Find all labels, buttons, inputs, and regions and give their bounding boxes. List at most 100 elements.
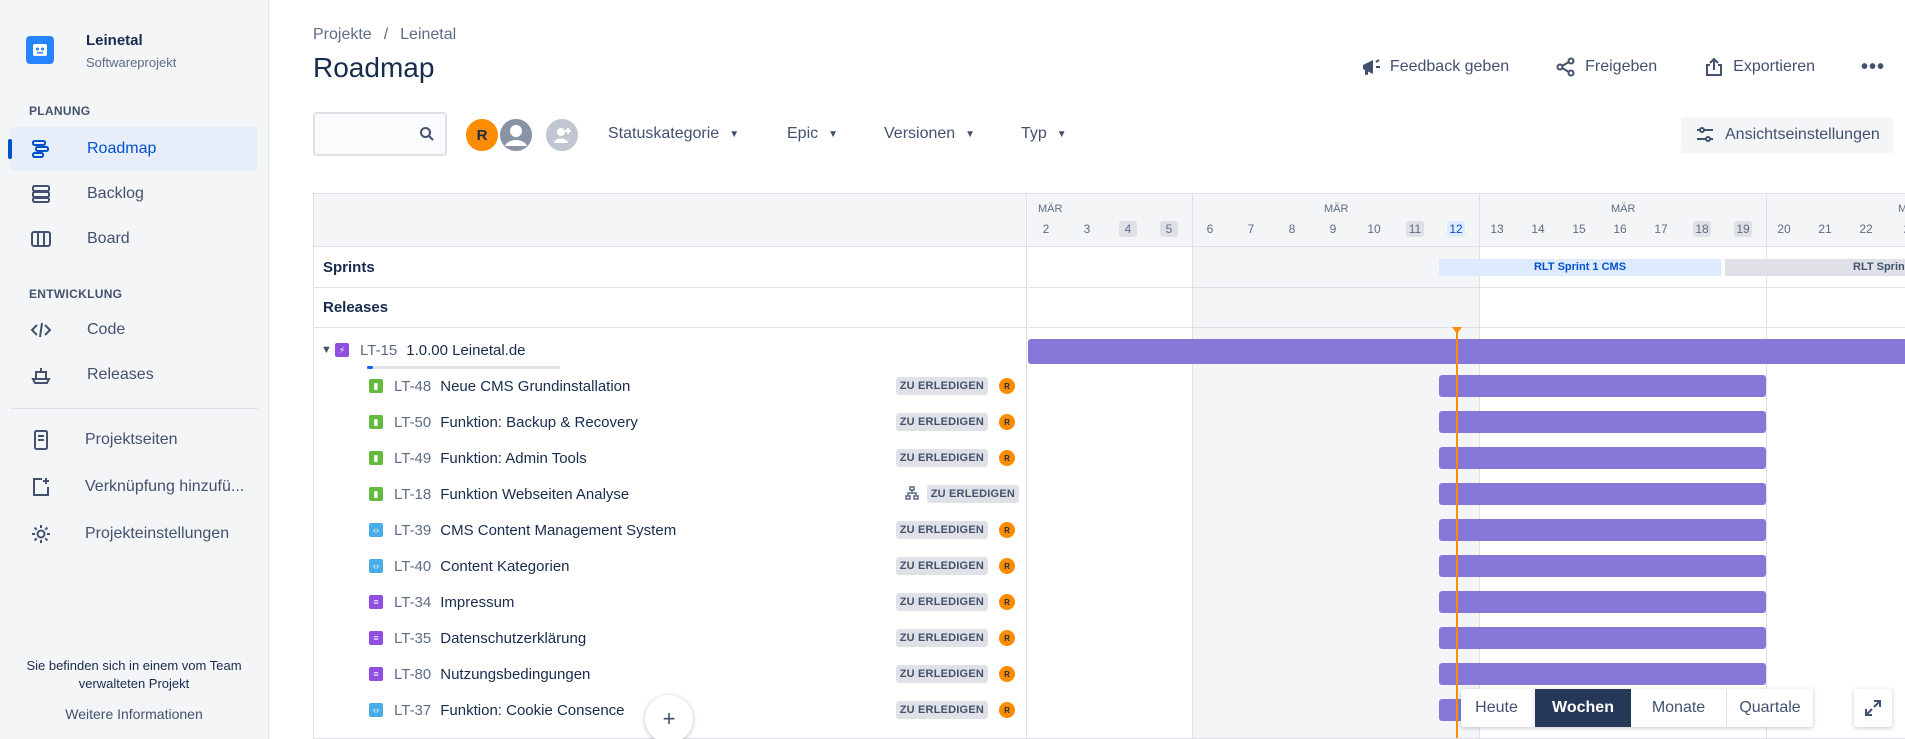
expand-icon: [1865, 700, 1881, 716]
issue-row[interactable]: ▮ LT-50 Funktion: Backup & Recovery ZU ERLE…: [314, 404, 1027, 440]
story-icon: ▮: [369, 415, 383, 429]
fullscreen-button[interactable]: [1854, 689, 1892, 727]
story-icon: ▮: [369, 451, 383, 465]
filter-epic[interactable]: Epic ▼: [787, 125, 838, 143]
issue-row[interactable]: ≡ LT-34 Impressum ZU ERLEDIGEN R: [314, 584, 1027, 620]
status-badge[interactable]: ZU ERLEDIGEN: [895, 593, 988, 611]
filter-status-category[interactable]: Statuskategorie ▼: [608, 125, 739, 143]
status-badge[interactable]: ZU ERLEDIGEN: [895, 449, 988, 467]
status-badge[interactable]: ZU ERLEDIGEN: [895, 521, 988, 539]
sidebar-item-board[interactable]: Board: [10, 217, 257, 261]
issue-timeline-bar[interactable]: [1439, 411, 1766, 433]
issue-timeline-bar[interactable]: [1439, 663, 1766, 685]
status-badge[interactable]: ZU ERLEDIGEN: [895, 665, 988, 683]
assignee-avatar[interactable]: R: [999, 414, 1015, 430]
zoom-quarters-button[interactable]: Quartale: [1727, 689, 1813, 727]
sidebar-item-releases[interactable]: Releases: [10, 353, 257, 397]
issue-row[interactable]: ▮ LT-49 Funktion: Admin Tools ZU ERLEDIGEN R: [314, 440, 1027, 476]
issue-summary: Funktion Webseiten Analyse: [440, 485, 630, 503]
sidebar-item-project-pages[interactable]: Projektseiten: [10, 418, 257, 462]
status-badge[interactable]: ZU ERLEDIGEN: [895, 701, 988, 719]
issue-key[interactable]: LT-40: [394, 558, 431, 575]
issue-key[interactable]: LT-80: [394, 666, 431, 683]
week-separator: [1192, 194, 1193, 738]
avatar-filter-r[interactable]: R: [464, 117, 500, 153]
issue-row[interactable]: ‹› LT-40 Content Kategorien ZU ERLEDIGEN R: [314, 548, 1027, 584]
filter-type[interactable]: Typ ▼: [1021, 125, 1067, 143]
day-label: 2: [1042, 222, 1050, 236]
story-icon: ▮: [369, 487, 383, 501]
sidebar-item-code[interactable]: Code: [10, 308, 257, 352]
issue-key[interactable]: LT-15: [360, 342, 397, 359]
month-label: M: [1898, 203, 1905, 215]
assignee-avatar[interactable]: R: [999, 702, 1015, 718]
issue-key[interactable]: LT-18: [394, 486, 431, 503]
breadcrumb-leinetal[interactable]: Leinetal: [400, 26, 456, 44]
issue-key[interactable]: LT-37: [394, 702, 431, 719]
issue-row[interactable]: ‹› LT-39 CMS Content Management System ZU E…: [314, 512, 1027, 548]
chevron-down-icon[interactable]: ▼: [321, 344, 335, 356]
export-button[interactable]: Exportieren: [1703, 56, 1815, 78]
assignee-avatar[interactable]: R: [999, 378, 1015, 394]
search-input[interactable]: [323, 114, 423, 154]
day-label: 13: [1490, 222, 1504, 236]
assignee-avatar[interactable]: R: [999, 666, 1015, 682]
search-field[interactable]: [313, 112, 447, 156]
zoom-months-button[interactable]: Monate: [1631, 689, 1727, 727]
status-badge[interactable]: ZU ERLEDIGEN: [895, 629, 988, 647]
issue-timeline-bar[interactable]: [1439, 555, 1766, 577]
sprint-bar-1[interactable]: RLT Sprint 1 CMS: [1439, 259, 1721, 276]
issue-timeline-bar[interactable]: [1439, 447, 1766, 469]
issue-key[interactable]: LT-49: [394, 450, 431, 467]
issue-key[interactable]: LT-34: [394, 594, 431, 611]
sidebar-item-label: Code: [87, 321, 126, 338]
issue-timeline-bar[interactable]: [1439, 591, 1766, 613]
sub-icon: ≡: [369, 667, 383, 681]
issue-timeline-bar[interactable]: [1439, 519, 1766, 541]
issue-key[interactable]: LT-50: [394, 414, 431, 431]
issue-key[interactable]: LT-48: [394, 378, 431, 395]
more-actions-button[interactable]: •••: [1861, 56, 1891, 79]
zoom-today-button[interactable]: Heute: [1461, 689, 1535, 727]
epic-row[interactable]: ▼ ⚡ LT-15 1.0.00 Leinetal.de: [314, 332, 1027, 369]
issue-row[interactable]: ▮ LT-48 Neue CMS Grundinstallation ZU ERLED…: [314, 368, 1027, 404]
more-info-link[interactable]: Weitere Informationen: [10, 706, 258, 722]
day-label: 17: [1654, 222, 1668, 236]
assignee-avatar[interactable]: R: [999, 594, 1015, 610]
assignee-avatar[interactable]: R: [999, 558, 1015, 574]
share-button[interactable]: Freigeben: [1555, 56, 1657, 78]
day-label: 6: [1206, 222, 1214, 236]
view-settings-button[interactable]: Ansichtseinstellungen: [1681, 117, 1893, 153]
issue-key[interactable]: LT-39: [394, 522, 431, 539]
filter-versions[interactable]: Versionen ▼: [884, 125, 975, 143]
project-header[interactable]: Leinetal Softwareprojekt: [26, 32, 176, 70]
epic-timeline-bar[interactable]: [1028, 339, 1905, 364]
sidebar-item-roadmap[interactable]: Roadmap: [8, 127, 257, 171]
issue-timeline-bar[interactable]: [1439, 483, 1766, 505]
status-badge[interactable]: ZU ERLEDIGEN: [895, 377, 988, 395]
sidebar-item-project-settings[interactable]: Projekteinstellungen: [10, 512, 257, 556]
export-label: Exportieren: [1733, 58, 1815, 75]
status-badge[interactable]: ZU ERLEDIGEN: [895, 557, 988, 575]
assignee-avatar[interactable]: R: [999, 522, 1015, 538]
add-people-button[interactable]: [544, 117, 580, 153]
zoom-weeks-button[interactable]: Wochen: [1535, 689, 1631, 727]
issue-key[interactable]: LT-35: [394, 630, 431, 647]
status-badge[interactable]: ZU ERLEDIGEN: [895, 413, 988, 431]
sidebar-item-add-shortcut[interactable]: Verknüpfung hinzufü...: [10, 465, 257, 509]
sprint-bar-2[interactable]: RLT Sprin: [1725, 259, 1905, 276]
avatar-filter-unassigned[interactable]: [498, 117, 534, 153]
assignee-avatar[interactable]: R: [999, 450, 1015, 466]
issue-timeline-bar[interactable]: [1439, 375, 1766, 397]
feedback-button[interactable]: Feedback geben: [1360, 56, 1509, 78]
assignee-avatar[interactable]: R: [999, 630, 1015, 646]
status-badge[interactable]: ZU ERLEDIGEN: [926, 485, 1019, 503]
issue-row[interactable]: ≡ LT-80 Nutzungsbedingungen ZU ERLEDIGEN R: [314, 656, 1027, 692]
create-issue-button[interactable]: +: [645, 695, 693, 739]
breadcrumb-projects[interactable]: Projekte: [313, 26, 372, 44]
sidebar-item-backlog[interactable]: Backlog: [10, 172, 257, 216]
issue-timeline-bar[interactable]: [1439, 627, 1766, 649]
issue-row[interactable]: ≡ LT-35 Datenschutzerklärung ZU ERLEDIGEN R: [314, 620, 1027, 656]
issue-row[interactable]: ▮ LT-18 Funktion Webseiten Analyse ZU ERLED…: [314, 476, 1027, 512]
issue-summary: Funktion: Admin Tools: [440, 449, 587, 467]
